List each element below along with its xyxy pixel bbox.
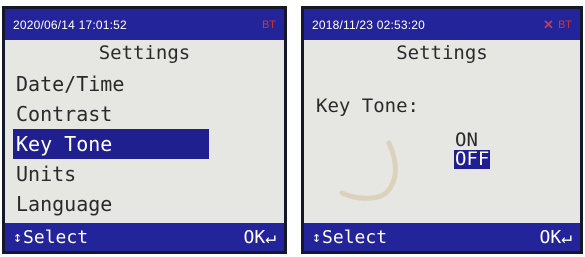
page-title: Settings <box>98 42 191 64</box>
ok-softkey[interactable]: OK↵ <box>243 227 276 248</box>
datetime-text: 2020/06/14 17:01:52 <box>13 17 127 32</box>
page-title: Settings <box>396 42 488 64</box>
status-bar: 2018/11/23 02:53:20 ✕ BT <box>304 9 580 40</box>
softkey-bar: ↕ Select OK↵ <box>304 223 580 251</box>
menu-item-date-time[interactable]: Date/Time <box>5 69 284 99</box>
ok-softkey[interactable]: OK↵ <box>539 227 572 248</box>
settings-menu: Date/Time Contrast Key Tone Units Langua… <box>5 69 284 219</box>
bluetooth-icon: BT <box>557 18 572 31</box>
mute-icon: ✕ <box>543 16 554 32</box>
updown-arrow-icon: ↕ <box>312 228 322 246</box>
status-bar: 2020/06/14 17:01:52 BT <box>5 9 284 40</box>
settings-menu-screen: 2020/06/14 17:01:52 BT Settings Date/Tim… <box>2 6 287 254</box>
select-softkey[interactable]: ↕ Select <box>312 227 387 248</box>
select-softkey[interactable]: ↕ Select <box>13 227 88 248</box>
datetime-text: 2018/11/23 02:53:20 <box>312 17 426 32</box>
bluetooth-icon: BT <box>261 18 276 31</box>
key-tone-label: Key Tone: <box>316 95 419 117</box>
menu-item-key-tone[interactable]: Key Tone <box>13 129 209 159</box>
softkey-bar: ↕ Select OK↵ <box>5 223 284 251</box>
select-label: Select <box>23 226 89 248</box>
menu-item-units[interactable]: Units <box>5 159 284 189</box>
option-off[interactable]: OFF <box>454 150 491 169</box>
select-label: Select <box>322 226 388 248</box>
finger-reflection <box>339 140 398 201</box>
key-tone-screen: 2018/11/23 02:53:20 ✕ BT Settings Key To… <box>301 6 583 254</box>
updown-arrow-icon: ↕ <box>13 228 23 246</box>
menu-item-contrast[interactable]: Contrast <box>5 99 284 129</box>
menu-item-language[interactable]: Language <box>5 189 284 219</box>
